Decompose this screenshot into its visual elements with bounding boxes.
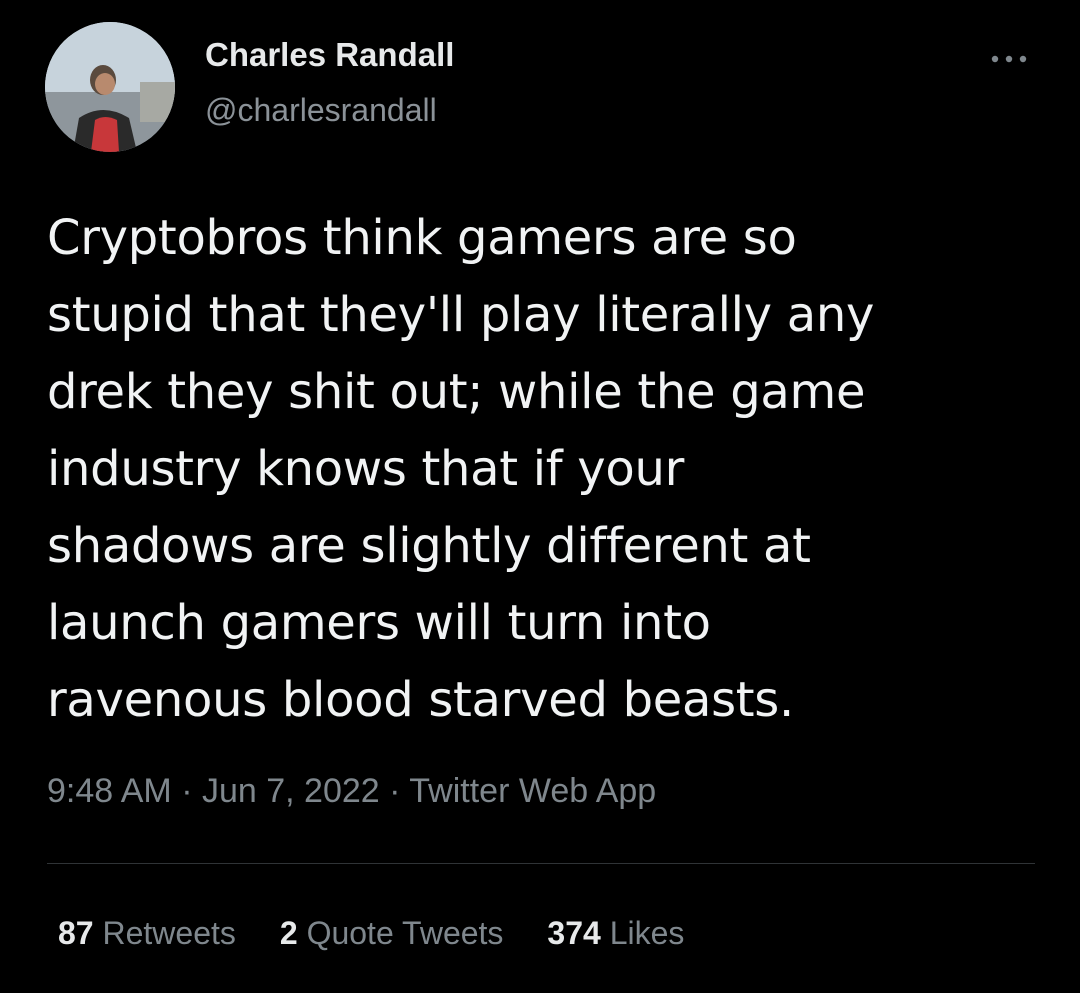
tweet-source-link[interactable]: Twitter Web App <box>409 772 656 810</box>
likes-stat[interactable]: 374 Likes <box>547 915 684 952</box>
tweet-text-line: shadows are slightly different at <box>47 518 811 574</box>
tweet-card: Charles Randall @charlesrandall Cryptobr… <box>0 0 1080 993</box>
tweet-text-line: ravenous blood starved beasts. <box>47 672 794 728</box>
retweets-count: 87 <box>58 915 94 951</box>
tweet-text-line: Cryptobros think gamers are so <box>47 210 797 266</box>
divider <box>47 863 1035 864</box>
likes-count: 374 <box>547 915 601 951</box>
tweet-time-link[interactable]: 9:48 AM <box>47 772 172 810</box>
tweet-text-line: launch gamers will turn into <box>47 595 711 651</box>
tweet-date-link[interactable]: Jun 7, 2022 <box>202 772 380 810</box>
tweet-text: Cryptobros think gamers are so stupid th… <box>47 200 1047 739</box>
engagement-stats: 87 Retweets 2 Quote Tweets 374 Likes <box>58 915 728 952</box>
tweet-text-line: stupid that they'll play literally any <box>47 287 875 343</box>
tweet-text-line: industry knows that if your <box>47 441 685 497</box>
tweet-text-line: drek they shit out; while the game <box>47 364 866 420</box>
tweet-metadata: 9:48 AM · Jun 7, 2022 · Twitter Web App <box>47 772 656 811</box>
quote-tweets-label: Quote Tweets <box>297 915 504 951</box>
retweets-label: Retweets <box>93 915 236 951</box>
more-options-button[interactable] <box>985 44 1035 74</box>
avatar-photo-icon <box>45 22 175 152</box>
author-handle[interactable]: @charlesrandall <box>205 92 437 129</box>
more-horizontal-icon <box>991 55 1027 63</box>
likes-label: Likes <box>600 915 685 951</box>
meta-separator: · <box>379 772 410 810</box>
author-avatar[interactable] <box>45 22 175 152</box>
quote-tweets-stat[interactable]: 2 Quote Tweets <box>280 915 504 952</box>
quote-tweets-count: 2 <box>279 915 298 951</box>
retweets-stat[interactable]: 87 Retweets <box>58 915 236 952</box>
author-display-name[interactable]: Charles Randall <box>205 36 454 74</box>
meta-separator: · <box>171 772 202 810</box>
